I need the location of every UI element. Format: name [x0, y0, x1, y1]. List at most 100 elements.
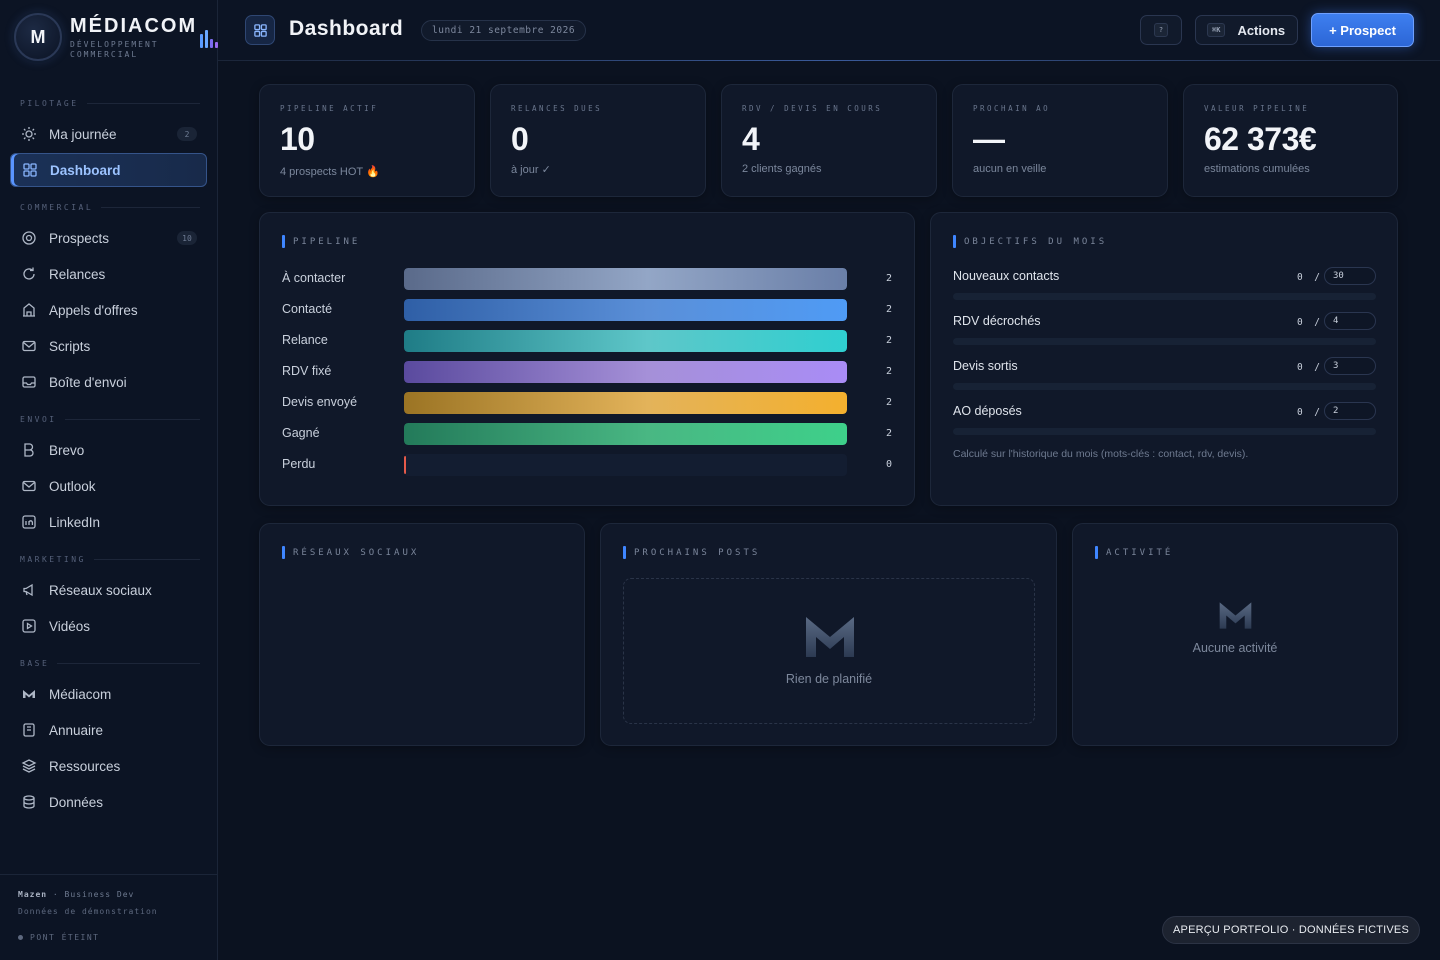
topbar: Dashboard lundi 21 septembre 2026 ? ⌘K A…: [218, 0, 1440, 61]
database-icon: [21, 794, 37, 810]
mail-icon: [21, 338, 37, 354]
status-dot-icon: [18, 935, 23, 940]
objectives-note: Calculé sur l'historique du mois (mots-c…: [953, 448, 1249, 460]
pipeline-stage-label: RDV fixé: [282, 364, 332, 378]
sidebar-item-label: Ma journée: [49, 126, 117, 142]
pipeline-bar-track: [404, 454, 847, 476]
kpi-label: RDV / DEVIS EN COURS: [742, 104, 883, 113]
objective-label: RDV décrochés: [953, 314, 1041, 328]
pipeline-zero-marker: [404, 456, 406, 474]
kpi-value: 10: [280, 121, 315, 157]
pipeline-row[interactable]: Contacté 2: [282, 299, 894, 321]
pipeline-bar: [404, 268, 847, 290]
sidebar-item-label: Appels d'offres: [49, 302, 138, 318]
sidebar-item-label: Boîte d'envoi: [49, 374, 127, 390]
date-badge: lundi 21 septembre 2026: [421, 20, 587, 41]
sidebar-item-ma-journee[interactable]: Ma journée 2: [10, 117, 207, 151]
empty-posts-box: Rien de planifié: [623, 578, 1035, 724]
pipeline-bar: [404, 361, 847, 383]
objective-row: RDV décrochés 0 / 4: [953, 312, 1377, 350]
actions-button[interactable]: ⌘K Actions: [1195, 15, 1298, 45]
pipeline-row[interactable]: Devis envoyé 2: [282, 392, 894, 414]
objective-row: Devis sortis 0 / 3: [953, 357, 1377, 395]
objective-target-input[interactable]: 4: [1324, 312, 1376, 330]
sidebar-item-label: Dashboard: [50, 162, 121, 178]
sidebar-item-prospects[interactable]: Prospects 10: [10, 221, 207, 255]
pipeline-bar-track: [404, 330, 847, 352]
sidebar-item-scripts[interactable]: Scripts: [10, 329, 207, 363]
objective-current: 0 /: [1297, 272, 1320, 283]
pipeline-row[interactable]: À contacter 2: [282, 268, 894, 290]
pipeline-stage-count: 2: [886, 304, 893, 315]
pipeline-stage-label: Devis envoyé: [282, 395, 358, 409]
sidebar-item-label: Outlook: [49, 478, 96, 494]
kpi-card-rdv-devis: RDV / DEVIS EN COURS 4 2 clients gagnés: [721, 84, 937, 197]
play-icon: [21, 618, 37, 634]
help-button[interactable]: ?: [1140, 15, 1182, 45]
pipeline-row[interactable]: Gagné 2: [282, 423, 894, 445]
sidebar-item-relances[interactable]: Relances: [10, 257, 207, 291]
sidebar-item-label: Vidéos: [49, 618, 91, 634]
objective-row: Nouveaux contacts 0 / 30: [953, 267, 1377, 305]
sidebar-item-reseaux-sociaux[interactable]: Réseaux sociaux: [10, 573, 207, 607]
section-title: OBJECTIFS DU MOIS: [953, 235, 1107, 248]
pipeline-bar-track: [404, 423, 847, 445]
brand-logo: M: [14, 13, 62, 61]
kpi-sub: 4 prospects HOT 🔥: [280, 166, 380, 178]
footer-demo-note: Données de démonstration: [18, 907, 158, 916]
add-prospect-button[interactable]: + Prospect: [1311, 13, 1414, 47]
sidebar-item-outlook[interactable]: Outlook: [10, 469, 207, 503]
sidebar-item-brevo[interactable]: Brevo: [10, 433, 207, 467]
kpi-value: —: [973, 121, 1005, 157]
brand-subtitle: DÉVELOPPEMENT COMMERCIAL: [70, 40, 159, 59]
objective-target-input[interactable]: 2: [1324, 402, 1376, 420]
dashboard-grid-icon: [245, 15, 275, 45]
nav-section-pilotage: PILOTAGE: [20, 99, 200, 108]
kpi-value: 62 373€: [1204, 121, 1317, 157]
brand[interactable]: M MÉDIACOM DÉVELOPPEMENT COMMERCIAL: [14, 13, 239, 63]
sidebar: M MÉDIACOM DÉVELOPPEMENT COMMERCIAL PILO…: [0, 0, 238, 960]
nav-section-envoi: ENVOI: [20, 415, 200, 424]
sidebar-item-label: Brevo: [49, 442, 85, 458]
pipeline-bar-track: [404, 268, 847, 290]
nav-section-marketing: MARKETING: [20, 555, 200, 564]
posts-card: PROCHAINS POSTS Rien de planifié: [600, 523, 1057, 746]
pipeline-row[interactable]: Relance 2: [282, 330, 894, 352]
sidebar-item-dashboard[interactable]: Dashboard: [10, 153, 207, 187]
sidebar-item-ressources[interactable]: Ressources: [10, 749, 207, 783]
pipeline-stage-count: 2: [886, 335, 893, 346]
kpi-label: RELANCES DUES: [511, 104, 603, 113]
pipeline-row[interactable]: Perdu 0: [282, 454, 894, 476]
portfolio-toast: APERÇU PORTFOLIO · DONNÉES FICTIVES: [1162, 916, 1420, 944]
sidebar-item-boite-envoi[interactable]: Boîte d'envoi: [10, 365, 207, 399]
objective-progress-track: [953, 338, 1376, 345]
sidebar-footer: Mazen · Business Dev Données de démonstr…: [0, 874, 217, 960]
pipeline-stage-label: Gagné: [282, 426, 320, 440]
pipeline-row[interactable]: RDV fixé 2: [282, 361, 894, 383]
sidebar-item-donnees[interactable]: Données: [10, 785, 207, 819]
kpi-card-valeur-pipeline: VALEUR PIPELINE 62 373€ estimations cumu…: [1183, 84, 1398, 197]
inbox-icon: [21, 374, 37, 390]
pipeline-bar: [404, 392, 847, 414]
sidebar-item-mediacom[interactable]: Médiacom: [10, 677, 207, 711]
sidebar-badge: 2: [177, 127, 197, 141]
objective-progress-track: [953, 293, 1376, 300]
sidebar-item-label: Médiacom: [49, 686, 112, 702]
sidebar-item-videos[interactable]: Vidéos: [10, 609, 207, 643]
sidebar-item-linkedin[interactable]: LinkedIn: [10, 505, 207, 539]
activity-card: ACTIVITÉ Aucune activité: [1072, 523, 1398, 746]
objective-target-input[interactable]: 3: [1324, 357, 1376, 375]
pipeline-bar: [404, 423, 847, 445]
megaphone-icon: [21, 582, 37, 598]
sidebar-item-annuaire[interactable]: Annuaire: [10, 713, 207, 747]
page-title: Dashboard: [289, 17, 404, 40]
objective-target-input[interactable]: 30: [1324, 267, 1376, 285]
section-title: PIPELINE: [282, 235, 360, 248]
brand-name: MÉDIACOM: [70, 15, 198, 37]
sidebar-item-appels-offres[interactable]: Appels d'offres: [10, 293, 207, 327]
section-title: PROCHAINS POSTS: [623, 546, 760, 559]
kpi-card-relances: RELANCES DUES 0 à jour ✓: [490, 84, 706, 197]
pipeline-bar: [404, 330, 847, 352]
book-icon: [21, 722, 37, 738]
pipeline-stage-label: Contacté: [282, 302, 333, 316]
